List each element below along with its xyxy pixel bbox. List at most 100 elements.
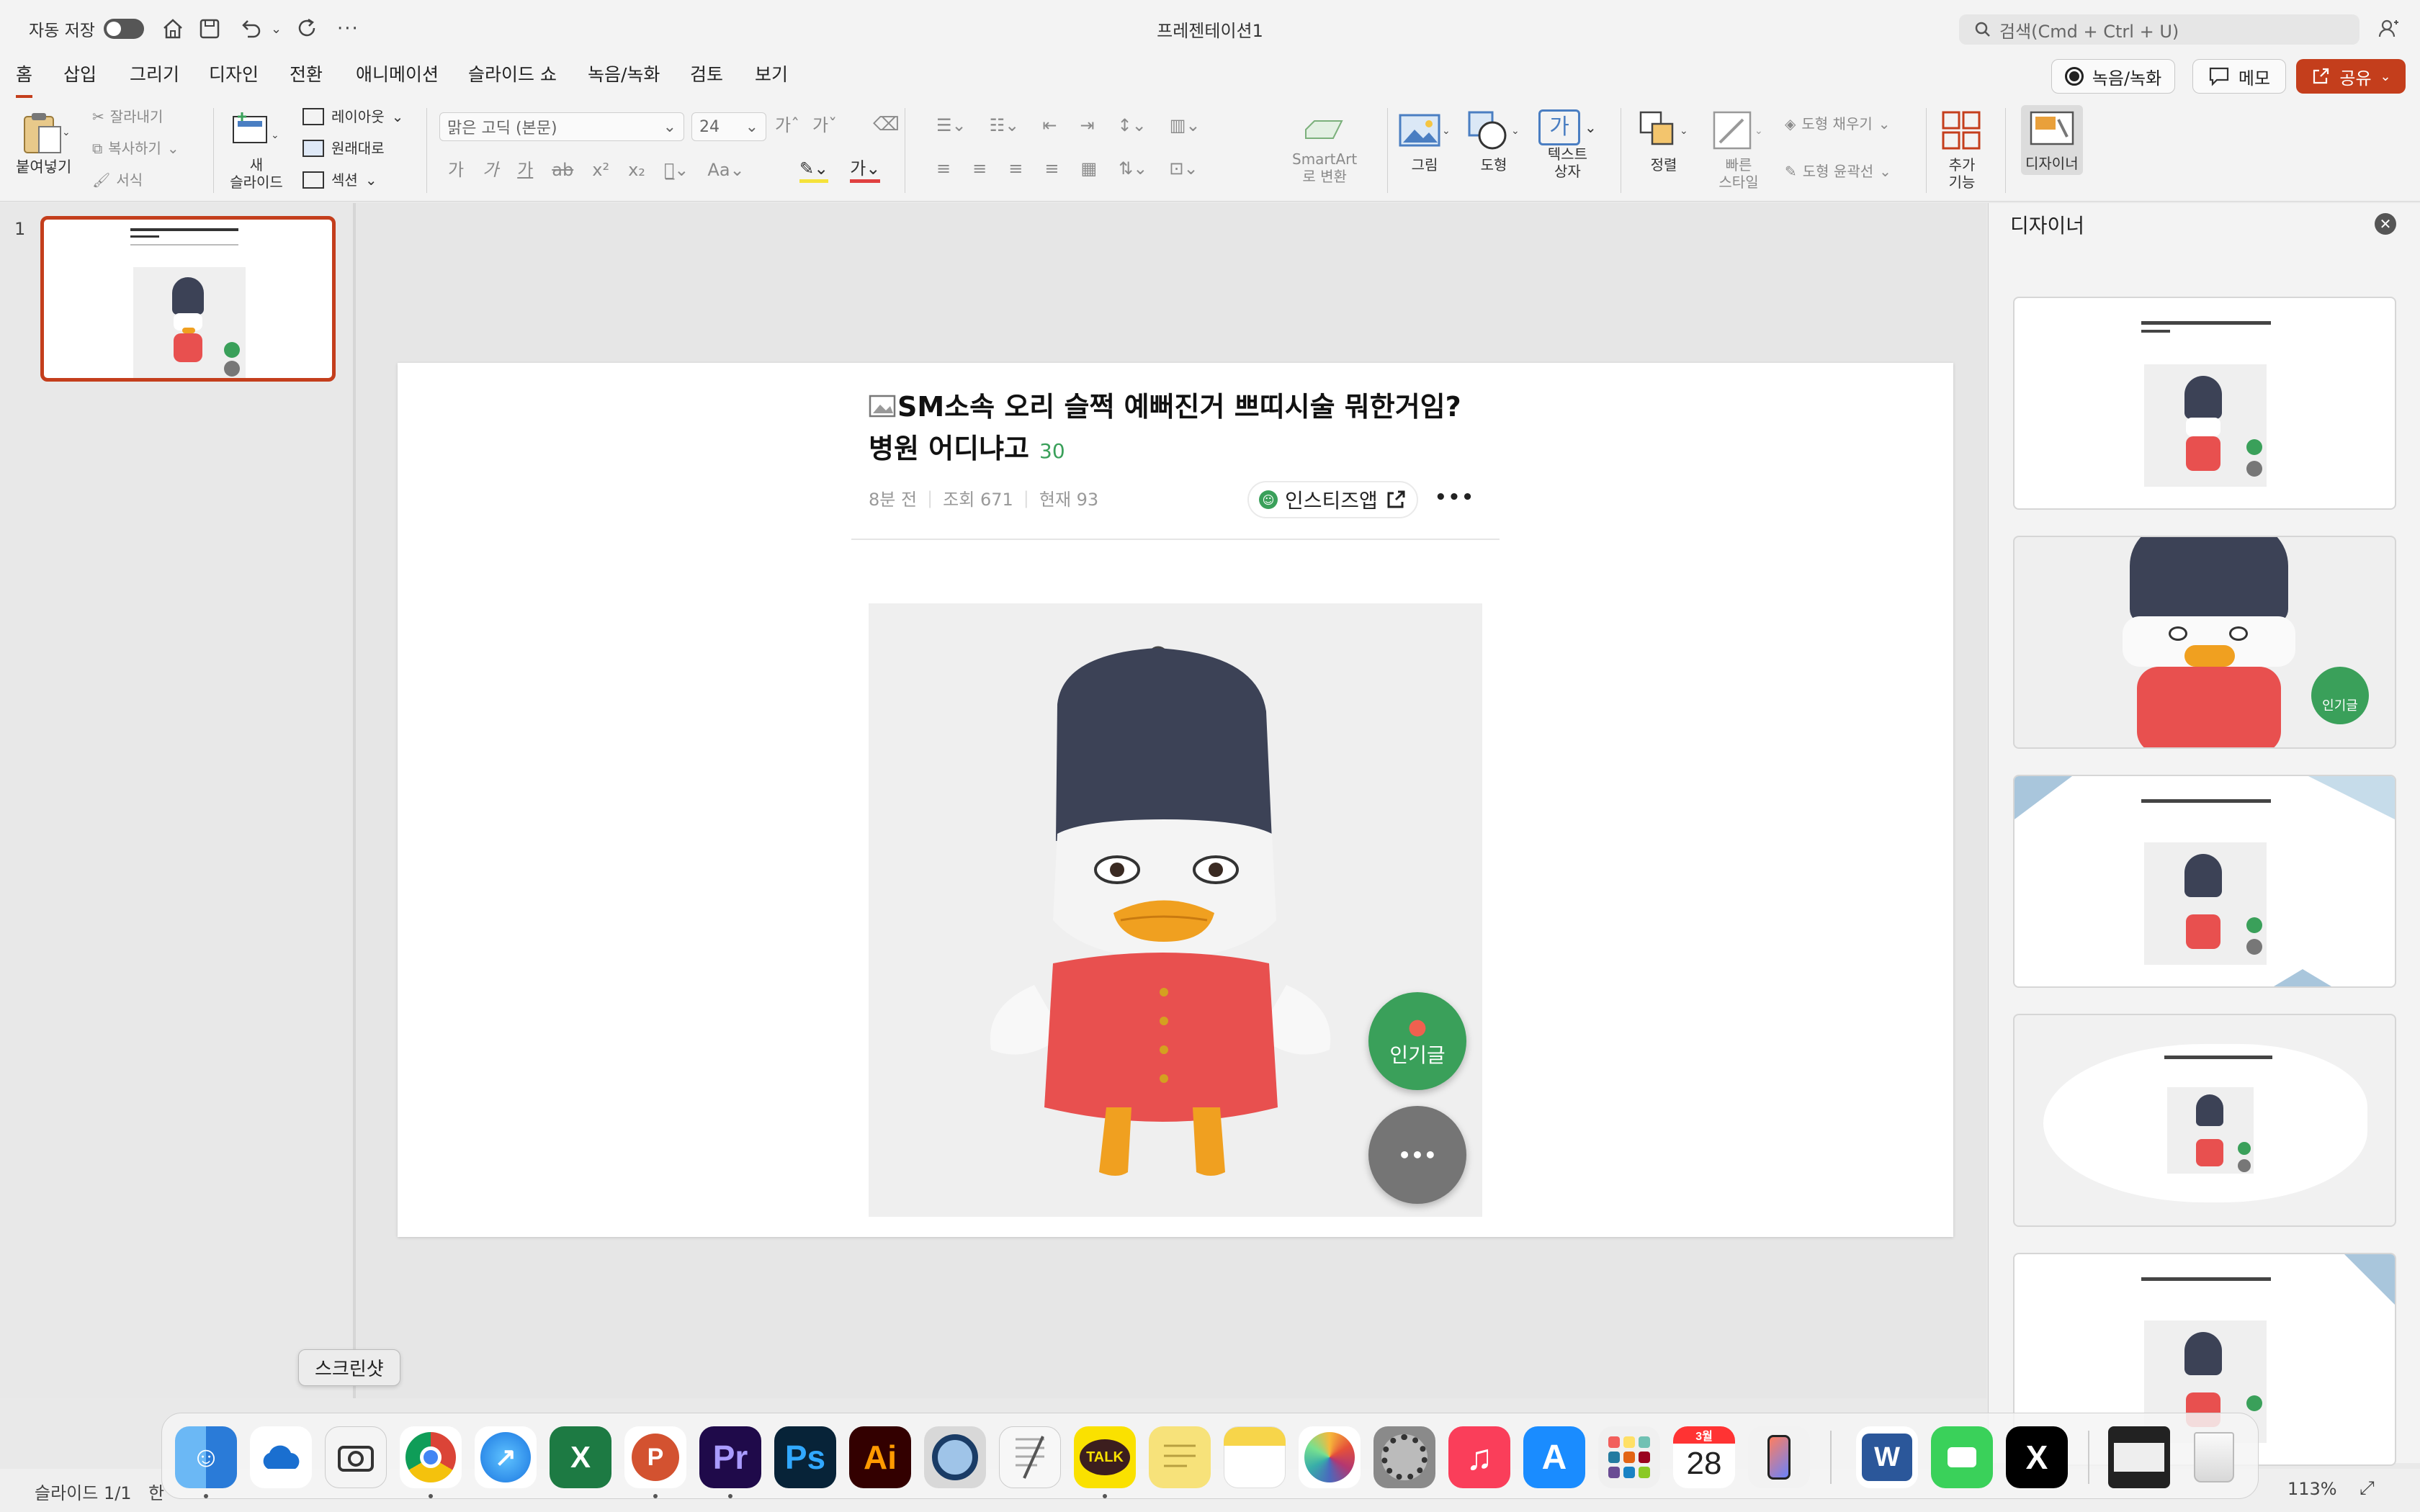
strikethrough-icon[interactable]: ab	[552, 160, 573, 181]
screenshot-app-icon[interactable]	[325, 1426, 387, 1488]
autosave-toggle[interactable]	[104, 19, 144, 39]
word-app-icon[interactable]: W	[1856, 1426, 1918, 1488]
paste-button[interactable]: ⌄	[19, 109, 71, 161]
design-idea-1[interactable]	[2013, 297, 2396, 510]
font-color-icon[interactable]: 가⌄	[850, 158, 881, 183]
format-painter-button[interactable]: 🖌 서식	[92, 171, 143, 189]
design-idea-3[interactable]	[2013, 775, 2396, 988]
premiere-app-icon[interactable]: Pr	[699, 1426, 761, 1488]
tab-design[interactable]: 디자인	[209, 58, 259, 101]
stickies-app-icon[interactable]	[1149, 1426, 1211, 1488]
launchpad-app-icon[interactable]	[1598, 1426, 1660, 1488]
redo-icon[interactable]	[295, 0, 320, 58]
smartart-button[interactable]: SmartArt 로 변환	[1292, 114, 1357, 185]
post-more-icon[interactable]: •••	[1435, 487, 1475, 508]
shrink-font-icon[interactable]: 가ˇ	[812, 115, 837, 136]
bullets-icon[interactable]: ☰⌄	[936, 115, 967, 136]
line-spacing-icon[interactable]: ↕⌄	[1117, 115, 1146, 136]
design-idea-4[interactable]	[2013, 1014, 2396, 1227]
photos-app-icon[interactable]	[1299, 1426, 1361, 1488]
home-icon[interactable]	[160, 0, 186, 58]
system-settings-app-icon[interactable]	[1373, 1426, 1435, 1488]
search-input[interactable]: 검색(Cmd + Ctrl + U)	[1959, 14, 2360, 45]
chrome-app-icon[interactable]	[400, 1426, 462, 1488]
layout-button[interactable]: 레이아웃 ⌄	[302, 108, 403, 125]
textbox-button[interactable]: 가 ⌄ 텍스트 상자	[1538, 109, 1597, 180]
text-direction-icon[interactable]: ⇅⌄	[1119, 158, 1147, 179]
fit-slide-icon[interactable]: ⤢	[2360, 1477, 2375, 1500]
onedrive-app-icon[interactable]	[250, 1426, 312, 1488]
slide-thumbnail-1[interactable]	[40, 216, 336, 382]
design-idea-2[interactable]: 인기글	[2013, 536, 2396, 749]
account-icon[interactable]	[2377, 0, 2401, 58]
post-title[interactable]: SM소속 오리 슬쩍 예뻐진거 쁘띠시술 뭐한거임? 병원 어디냐고 30	[869, 386, 1488, 472]
kakaotalk-app-icon[interactable]: TALK	[1074, 1426, 1136, 1488]
calendar-app-icon[interactable]: 3월 28	[1673, 1426, 1735, 1488]
tab-draw[interactable]: 그리기	[130, 58, 179, 101]
bold-icon[interactable]: 가	[448, 160, 464, 181]
align-text-icon[interactable]: ⊡⌄	[1169, 158, 1198, 179]
trash-icon[interactable]	[2183, 1426, 2245, 1488]
appstore-app-icon[interactable]: A	[1523, 1426, 1585, 1488]
reset-button[interactable]: 원래대로	[302, 140, 385, 157]
popular-posts-button[interactable]: ● 인기글	[1368, 992, 1466, 1090]
shape-fill-button[interactable]: ◈ 도형 채우기 ⌄	[1785, 115, 1891, 132]
notes-app-icon[interactable]	[1224, 1426, 1286, 1488]
align-center-icon[interactable]: ≡	[972, 158, 987, 179]
align-right-icon[interactable]: ≡	[1008, 158, 1023, 179]
quicktime-app-icon[interactable]	[924, 1426, 986, 1488]
numbering-icon[interactable]: ☷⌄	[990, 115, 1020, 136]
font-name-select[interactable]: 맑은 고딕 (본문) ⌄	[439, 112, 684, 141]
undo-icon[interactable]	[238, 0, 264, 58]
undo-dropdown-icon[interactable]: ⌄	[271, 0, 282, 58]
shape-outline-button[interactable]: ✎ 도형 윤곽선 ⌄	[1785, 163, 1891, 180]
tab-home[interactable]: 홈	[16, 58, 33, 98]
underline-icon[interactable]: 가	[517, 160, 533, 181]
decrease-indent-icon[interactable]: ⇤	[1042, 115, 1057, 136]
columns-icon[interactable]: ▥⌄	[1170, 115, 1201, 136]
shape-button[interactable]: ⌄ 도형	[1466, 109, 1521, 174]
tab-record[interactable]: 녹음/녹화	[588, 58, 660, 101]
change-case-icon[interactable]: Aa⌄	[707, 160, 744, 181]
increase-indent-icon[interactable]: ⇥	[1080, 115, 1094, 136]
comment-count[interactable]: 30	[1039, 439, 1065, 463]
iphone-mirroring-app-icon[interactable]	[1748, 1426, 1810, 1488]
memo-button[interactable]: 메모	[2192, 59, 2286, 94]
textedit-app-icon[interactable]	[999, 1426, 1061, 1488]
cut-button[interactable]: ✂ 잘라내기	[92, 108, 163, 125]
tab-transitions[interactable]: 전환	[290, 58, 323, 101]
save-icon[interactable]	[197, 0, 222, 58]
safari-app-icon[interactable]: ↗	[475, 1426, 537, 1488]
designer-button[interactable]: 디자이너	[2021, 105, 2083, 175]
text-effects-icon[interactable]: 가̲⌄	[664, 160, 689, 181]
record-button[interactable]: 녹음/녹화	[2051, 59, 2175, 94]
excel-app-icon[interactable]: X	[550, 1426, 611, 1488]
illustrator-app-icon[interactable]: Ai	[849, 1426, 911, 1488]
tab-animations[interactable]: 애니메이션	[356, 58, 439, 101]
photoshop-app-icon[interactable]: Ps	[774, 1426, 836, 1488]
clear-format-icon[interactable]: ⌫	[873, 114, 900, 136]
subscript-icon[interactable]: x₂	[628, 160, 645, 181]
distributed-icon[interactable]: ▦	[1080, 158, 1097, 179]
tab-insert[interactable]: 삽입	[63, 58, 97, 101]
finder-app-icon[interactable]: ☺	[175, 1426, 237, 1488]
quick-styles-button[interactable]: ⌄ 빠른 스타일	[1710, 109, 1767, 191]
powerpoint-app-icon[interactable]: P	[624, 1426, 686, 1488]
instiz-app-button[interactable]: ☺ 인스티즈앱	[1247, 481, 1418, 518]
new-slide-button[interactable]: ⌄ 새 슬라이드	[228, 109, 285, 191]
align-left-icon[interactable]: ≡	[936, 158, 951, 179]
tab-review[interactable]: 검토	[690, 58, 723, 101]
slide[interactable]: SM소속 오리 슬쩍 예뻐진거 쁘띠시술 뭐한거임? 병원 어디냐고 30 8분 …	[398, 363, 1953, 1237]
x-app-icon[interactable]: X	[2006, 1426, 2068, 1488]
copy-button[interactable]: ⧉ 복사하기 ⌄	[92, 140, 179, 157]
share-button[interactable]: 공유 ⌄	[2296, 59, 2406, 94]
music-app-icon[interactable]: ♫	[1448, 1426, 1510, 1488]
font-size-select[interactable]: 24 ⌄	[691, 112, 766, 141]
downloads-stack-icon[interactable]	[2108, 1426, 2170, 1488]
tab-slideshow[interactable]: 슬라이드 쇼	[468, 58, 557, 101]
facetime-app-icon[interactable]	[1931, 1426, 1993, 1488]
picture-button[interactable]: ⌄ 그림	[1397, 109, 1452, 174]
zoom-level[interactable]: 113%	[2287, 1479, 2337, 1499]
more-icon[interactable]: ···	[337, 0, 359, 58]
justify-icon[interactable]: ≡	[1044, 158, 1059, 179]
